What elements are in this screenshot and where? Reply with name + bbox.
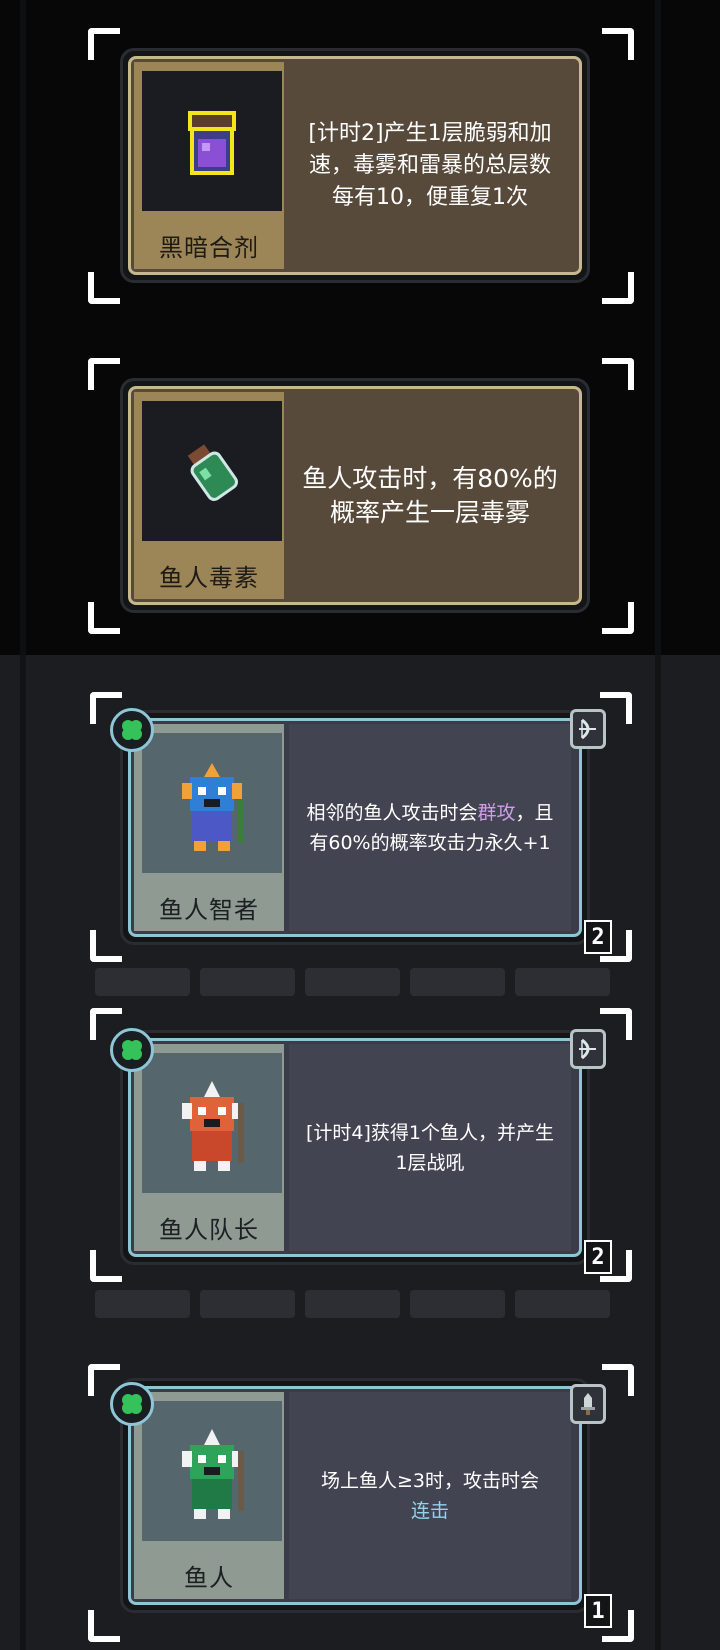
selection-corner (90, 1250, 122, 1282)
item-card-murloc-toxin[interactable]: 鱼人毒素 鱼人攻击时，有80%的概率产生一层毒雾 (120, 378, 590, 613)
keyword-highlight: 连击 (410, 1499, 449, 1522)
unit-description: 相邻的鱼人攻击时会群攻，且有60%的概率攻击力永久+1 (289, 724, 571, 931)
item-name: 黑暗合剂 (159, 234, 259, 262)
item-description: 鱼人攻击时，有80%的概率产生一层毒雾 (289, 392, 571, 599)
selection-corner (88, 358, 120, 390)
unit-card-murloc-sage[interactable]: 鱼人智者 相邻的鱼人攻击时会群攻，且有60%的概率攻击力永久+1 (120, 710, 590, 945)
selection-corner (600, 1008, 632, 1040)
selection-corner (600, 1250, 632, 1282)
murloc-sage-icon (142, 733, 282, 873)
unit-description: 场上鱼人≥3时，攻击时会 连击 (289, 1392, 571, 1599)
bg-divider (655, 0, 661, 1650)
background-unit-row (95, 1290, 625, 1320)
item-name: 鱼人毒素 (159, 564, 259, 592)
selection-corner (90, 692, 122, 724)
selection-corner (602, 602, 634, 634)
item-card-dark-potion[interactable]: 黑暗合剂 [计时2]产生1层脆弱和加速，毒雾和雷暴的总层数每有10，便重复1次 (120, 48, 590, 283)
selection-corner (90, 930, 122, 962)
bg-divider (20, 0, 26, 1650)
unit-name: 鱼人队长 (159, 1216, 259, 1244)
selection-corner (88, 602, 120, 634)
selection-corner (88, 272, 120, 304)
selection-corner (602, 1610, 634, 1642)
unit-card-murloc-captain[interactable]: 鱼人队长 [计时4]获得1个鱼人，并产生1层战吼 (120, 1030, 590, 1265)
unit-name: 鱼人智者 (159, 896, 259, 924)
selection-corner (88, 1610, 120, 1642)
selection-corner (88, 1364, 120, 1396)
unit-card-murloc[interactable]: 鱼人 场上鱼人≥3时，攻击时会 连击 (120, 1378, 590, 1613)
sword-icon (570, 1384, 606, 1424)
selection-corner (602, 1364, 634, 1396)
selection-corner (600, 692, 632, 724)
selection-corner (602, 272, 634, 304)
dark-potion-icon (142, 71, 282, 211)
selection-corner (602, 358, 634, 390)
selection-corner (600, 930, 632, 962)
unit-description: [计时4]获得1个鱼人，并产生1层战吼 (289, 1044, 571, 1251)
item-description: [计时2]产生1层脆弱和加速，毒雾和雷暴的总层数每有10，便重复1次 (289, 62, 571, 269)
unit-name: 鱼人 (184, 1564, 234, 1592)
poison-bottle-icon (142, 401, 282, 541)
selection-corner (90, 1008, 122, 1040)
murloc-captain-icon (142, 1053, 282, 1193)
selection-corner (602, 28, 634, 60)
background-unit-row (95, 968, 625, 998)
selection-corner (88, 28, 120, 60)
keyword-highlight: 群攻 (477, 801, 516, 824)
murloc-icon (142, 1401, 282, 1541)
